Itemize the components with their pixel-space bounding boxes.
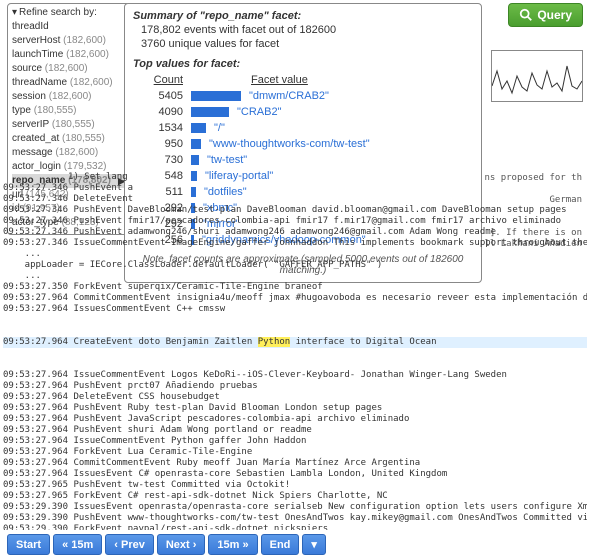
facet-bar [191,91,241,101]
log-line[interactable]: 09:53:27.964 IssueCommentEvent Logos KeD… [3,370,587,381]
log-line[interactable]: 09:53:27.964 PushEvent shuri Adam Wong p… [3,425,587,436]
query-button[interactable]: Query [508,3,583,27]
log-line[interactable]: 09:53:27.965 ForkEvent C# rest-api-sdk-d… [3,491,587,502]
fwd-15m-button[interactable]: 15m » [208,534,257,555]
log-line[interactable]: 09:53:29.390 PushEvent www-thoughtworks-… [3,513,587,524]
facet-top-title: Top values for facet: [133,58,473,70]
facet-summary-line: 178,802 events with facet out of 182600 [141,24,473,36]
refine-item-session[interactable]: session (182,600) [12,90,125,104]
start-button[interactable]: Start [7,534,50,555]
log-line[interactable]: 09:53:27.346 PushEvent DaveBlooman/test-… [3,205,587,216]
facet-title: Summary of "repo_name" facet: [133,10,473,22]
end-button[interactable]: End [261,534,300,555]
pager: Start « 15m ‹ Prev Next › 15m » End ▾ [7,534,326,555]
log-line[interactable]: 09:53:27.964 ForkEvent Lua Ceramic-Tile-… [3,447,587,458]
facet-count: 5405 [133,88,183,104]
search-hit: Python [258,337,291,347]
log-line[interactable]: 09:53:29.390 ForkEvent paypal/rest-api-s… [3,524,587,530]
refine-item-threadName[interactable]: threadName (182,600) [12,76,125,90]
log-line[interactable]: appLoader = IECore.ClassLoader.defaultLo… [3,260,587,271]
log-line[interactable]: 09:53:27.965 PushEvent tw-test Committed… [3,480,587,491]
facet-count: 4090 [133,104,183,120]
refine-item-created_at[interactable]: created_at (180,555) [12,132,125,146]
log-line[interactable]: 09:53:27.346 PushEvent adamwong246/shuri… [3,227,587,238]
search-icon [519,8,533,22]
log-line[interactable]: 09:53:27.964 PushEvent Ruby test-plan Da… [3,403,587,414]
refine-item-threadId[interactable]: threadId [12,20,125,34]
back-15m-button[interactable]: « 15m [53,534,102,555]
refine-title: ▾ Refine search by: [12,7,125,18]
facet-head-value: Facet value [251,74,308,86]
next-button[interactable]: Next › [157,534,206,555]
log-line[interactable]: 09:53:27.964 CommitCommentEvent insignia… [3,293,587,304]
expand-icon[interactable]: ▾ [12,7,17,18]
log-line[interactable]: 09:53:27.964 IssuesEvent C# openrasta-co… [3,469,587,480]
log-line[interactable]: 09:53:27.346 DeleteEvent [3,194,587,205]
facet-bar [191,107,229,117]
log-line-highlight[interactable]: 09:53:27.964 CreateEvent doto Benjamin Z… [3,337,587,348]
log-line[interactable]: 09:53:27.350 ForkEvent superqix/Ceramic-… [3,282,587,293]
prev-button[interactable]: ‹ Prev [105,534,154,555]
log-line[interactable]: 1) Set lang [3,172,587,183]
log-line[interactable]: 09:53:27.964 IssuesCommentEvent C++ cmss… [3,304,587,315]
facet-count: 1534 [133,120,183,136]
query-label: Query [537,8,572,22]
log-area[interactable]: 1) Set lang09:53:27.346 PushEvent a09:53… [3,150,587,530]
more-button[interactable]: ▾ [302,534,326,555]
log-line[interactable]: 09:53:27.964 CommitCommentEvent Ruby meo… [3,458,587,469]
refine-item-launchTime[interactable]: launchTime (182,600) [12,48,125,62]
log-line[interactable]: 09:53:27.346 PushEvent a [3,183,587,194]
log-line[interactable]: 09:53:29.390 IssuesEvent openrasta/openr… [3,502,587,513]
log-line[interactable]: 09:53:27.964 PushEvent prct07 Añadiendo … [3,381,587,392]
facet-head-count: Count [133,74,183,86]
refine-item-serverHost[interactable]: serverHost (182,600) [12,34,125,48]
refine-item-serverIP[interactable]: serverIP (180,555) [12,118,125,132]
facet-bar [191,139,201,149]
facet-bar [191,123,206,133]
facet-value-link[interactable]: "CRAB2" [237,104,282,120]
refine-item-type[interactable]: type (180,555) [12,104,125,118]
facet-row: 1534 "/" [133,120,473,136]
facet-summary-line: 3760 unique values for facet [141,38,473,50]
log-line[interactable]: ... [3,271,587,282]
log-line[interactable]: 09:53:27.964 IssueCommentEvent Python ga… [3,436,587,447]
mini-chart [491,50,583,102]
log-line[interactable]: 09:53:27.346 IssueCommentEvent ImageEngi… [3,238,587,249]
log-line[interactable]: 09:53:27.346 PushEvent fmir17/pescadores… [3,216,587,227]
log-line[interactable]: 09:53:27.964 DeleteEvent CSS housebudget [3,392,587,403]
log-line[interactable]: 09:53:27.964 PushEvent JavaScript pescad… [3,414,587,425]
facet-row: 4090 "CRAB2" [133,104,473,120]
facet-value-link[interactable]: "/" [214,120,225,136]
facet-row: 5405 "dmwm/CRAB2" [133,88,473,104]
facet-value-link[interactable]: "dmwm/CRAB2" [249,88,329,104]
log-line[interactable]: ... [3,249,587,260]
refine-item-source[interactable]: source (182,600) [12,62,125,76]
